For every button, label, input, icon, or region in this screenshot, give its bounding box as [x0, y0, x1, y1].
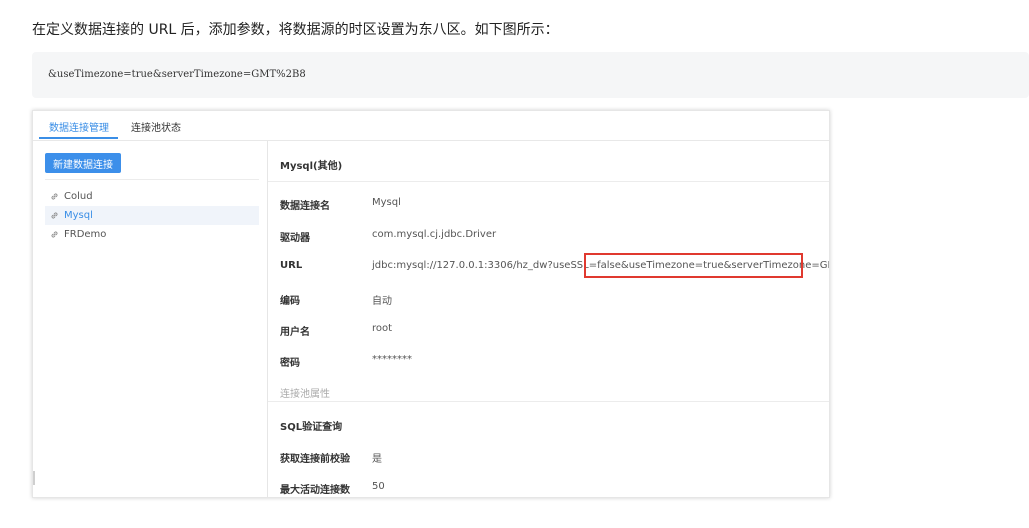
link-icon [51, 212, 58, 219]
link-icon [51, 231, 58, 238]
new-connection-button[interactable]: 新建数据连接 [45, 153, 121, 173]
connection-item-colud[interactable]: Colud [45, 187, 259, 206]
divider [45, 179, 259, 180]
field-value-driver[interactable]: com.mysql.cj.jdbc.Driver [372, 229, 496, 240]
connection-item-frdemo[interactable]: FRDemo [45, 225, 259, 244]
link-icon [51, 193, 58, 200]
divider [268, 401, 829, 402]
intro-text: 在定义数据连接的 URL 后，添加参数，将数据源的时区设置为东八区。如下图所示： [32, 22, 559, 38]
url-parameter-highlight [584, 253, 803, 278]
field-label-test-on-borrow: 获取连接前校验 [280, 454, 350, 465]
field-label-username: 用户名 [280, 327, 310, 338]
field-value-connection-name[interactable]: Mysql [372, 197, 401, 208]
field-label-encoding: 编码 [280, 296, 300, 307]
field-label-password: 密码 [280, 358, 300, 369]
tab-pool-status[interactable]: 连接池状态 [131, 119, 181, 134]
connection-item-mysql[interactable]: Mysql [45, 206, 259, 225]
pool-section-label: 连接池属性 [280, 389, 330, 400]
connection-name: Colud [64, 191, 93, 202]
tab-connection-management[interactable]: 数据连接管理 [49, 119, 109, 134]
field-value-test-on-borrow[interactable]: 是 [372, 450, 382, 465]
panel-resize-handle[interactable] [33, 471, 35, 485]
field-label-driver: 驱动器 [280, 233, 310, 244]
code-snippet: &useTimezone=true&serverTimezone=GMT%2B8 [48, 69, 306, 80]
field-value-max-active[interactable]: 50 [372, 481, 385, 492]
connection-title: Mysql(其他) [280, 161, 343, 172]
connection-detail-panel: Mysql(其他) 数据连接名 Mysql 驱动器 com.mysql.cj.j… [268, 141, 829, 497]
field-label-max-active: 最大活动连接数 [280, 485, 350, 496]
field-value-password[interactable]: ******** [372, 354, 412, 365]
connection-name: FRDemo [64, 229, 107, 240]
field-value-encoding[interactable]: 自动 [372, 292, 392, 307]
active-tab-indicator [39, 137, 118, 139]
field-value-username[interactable]: root [372, 323, 392, 334]
field-label-sql-validation: SQL验证查询 [280, 422, 343, 433]
divider [268, 181, 829, 182]
code-block: &useTimezone=true&serverTimezone=GMT%2B8 [32, 52, 1029, 98]
tab-bar: 数据连接管理 连接池状态 [33, 111, 829, 141]
connection-list-panel: 新建数据连接 Colud Mysql FRDemo [33, 141, 268, 497]
field-label-connection-name: 数据连接名 [280, 201, 330, 212]
datasource-screenshot: 数据连接管理 连接池状态 新建数据连接 Colud Mysql FRDemo M [32, 110, 830, 498]
field-label-url: URL [280, 260, 303, 271]
connection-name: Mysql [64, 210, 93, 221]
